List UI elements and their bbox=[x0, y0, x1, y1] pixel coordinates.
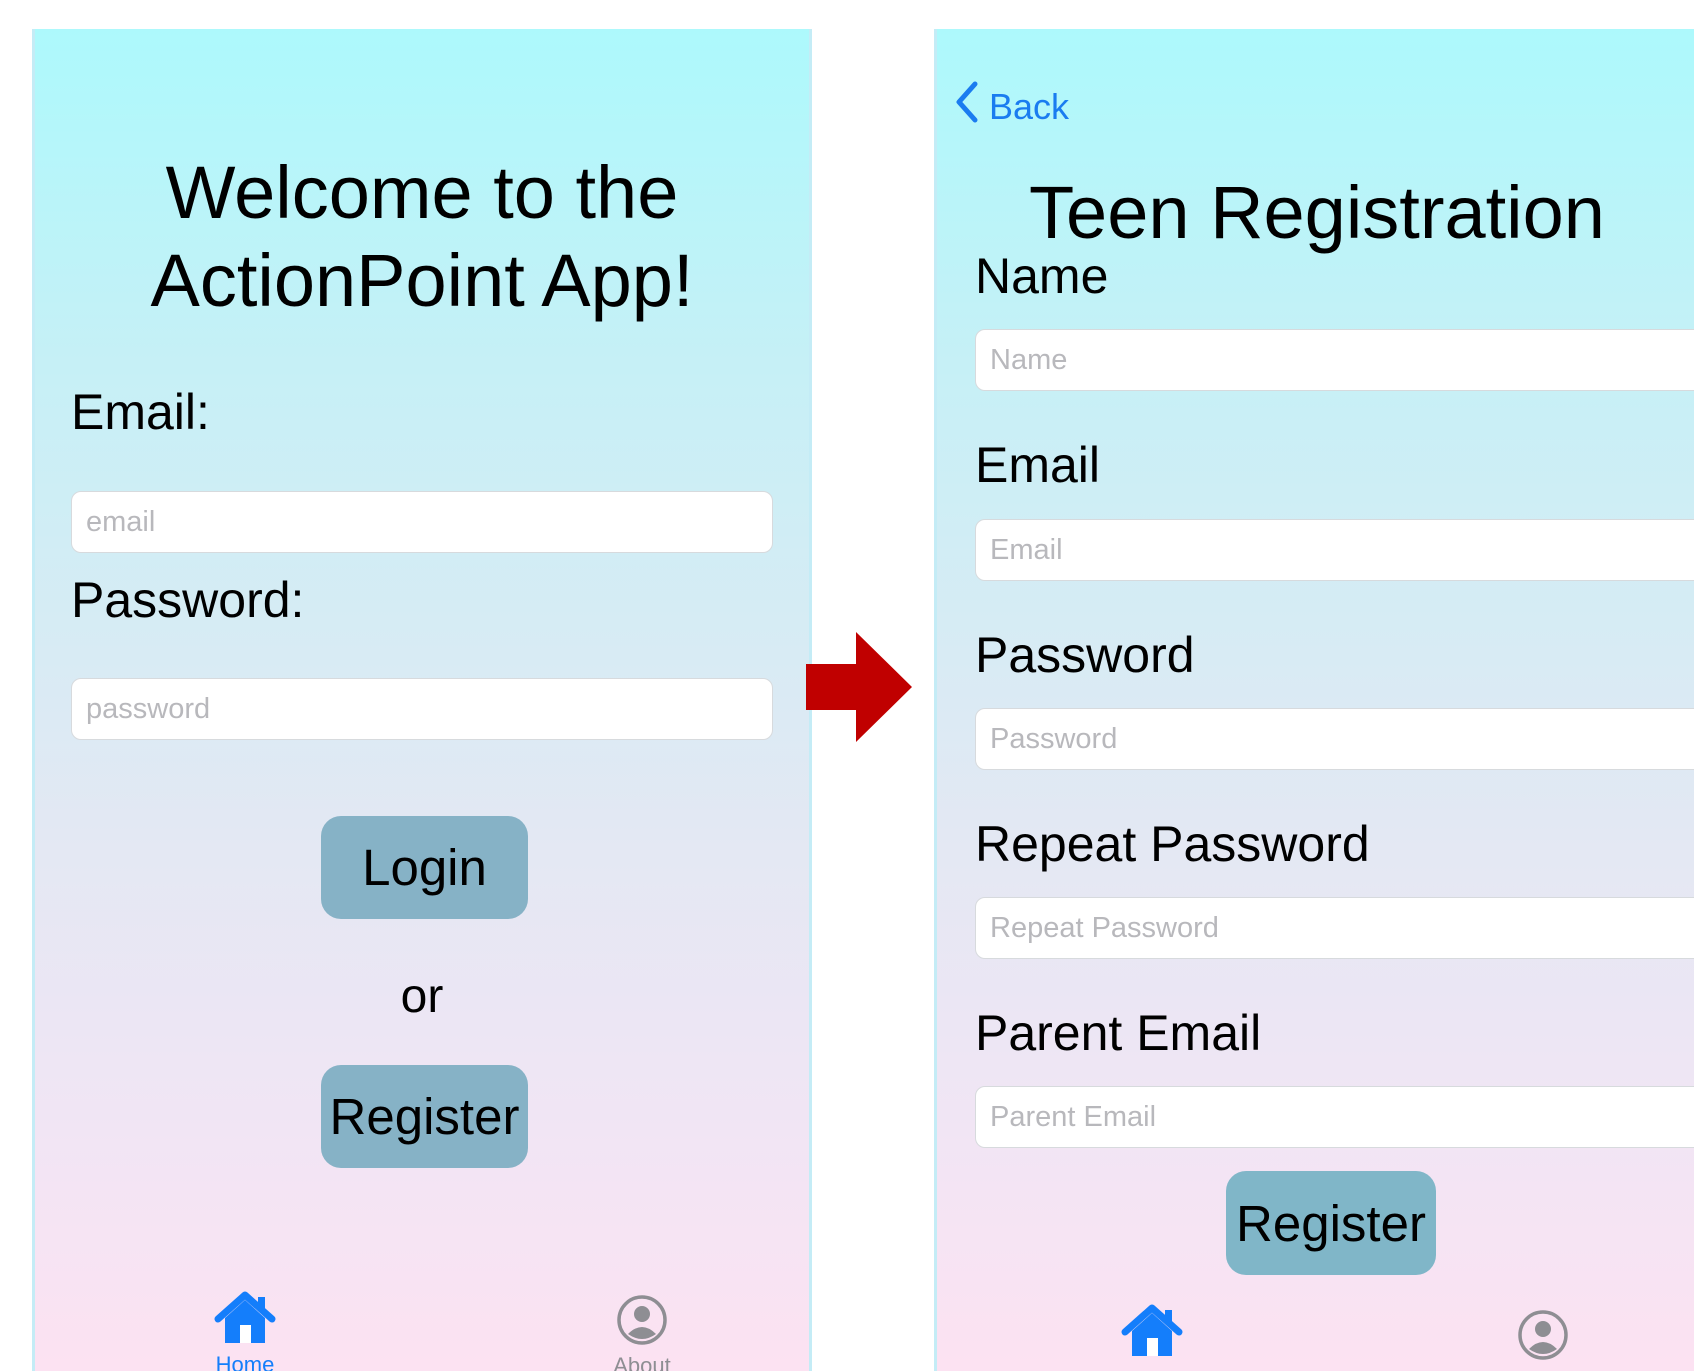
transition-arrow-icon bbox=[806, 632, 912, 747]
welcome-title: Welcome to the ActionPoint App! bbox=[150, 151, 694, 322]
tab-home[interactable]: Home bbox=[185, 1291, 305, 1371]
parent-email-input[interactable] bbox=[975, 1086, 1694, 1148]
email-input[interactable] bbox=[71, 491, 773, 553]
person-circle-icon bbox=[1517, 1309, 1569, 1366]
password-label: Password bbox=[975, 627, 1195, 683]
login-button[interactable]: Login bbox=[321, 816, 528, 919]
house-icon bbox=[1121, 1304, 1183, 1363]
email-label: Email: bbox=[71, 384, 210, 440]
register-button[interactable]: Register bbox=[1226, 1171, 1436, 1275]
registration-title: Teen Registration bbox=[1029, 171, 1605, 254]
name-input[interactable] bbox=[975, 329, 1694, 391]
email-label: Email bbox=[975, 437, 1101, 493]
back-label: Back bbox=[989, 85, 1070, 127]
tab-about[interactable] bbox=[1493, 1309, 1593, 1366]
repeat-password-label: Repeat Password bbox=[975, 816, 1370, 872]
email-input[interactable] bbox=[975, 519, 1694, 581]
chevron-left-icon bbox=[955, 81, 979, 132]
register-button[interactable]: Register bbox=[321, 1065, 528, 1168]
repeat-password-input[interactable] bbox=[975, 897, 1694, 959]
tab-home[interactable] bbox=[1102, 1304, 1202, 1363]
tab-about-label: About bbox=[613, 1353, 671, 1371]
person-circle-icon bbox=[616, 1294, 668, 1351]
password-input[interactable] bbox=[975, 708, 1694, 770]
password-label: Password: bbox=[71, 572, 305, 628]
registration-screen: Back Teen Registration Name Email Passwo… bbox=[934, 29, 1694, 1371]
back-button[interactable]: Back bbox=[955, 81, 1069, 132]
tab-home-label: Home bbox=[215, 1352, 275, 1371]
house-icon bbox=[214, 1291, 276, 1350]
parent-email-label: Parent Email bbox=[975, 1005, 1262, 1061]
password-input[interactable] bbox=[71, 678, 773, 740]
tab-about[interactable]: About bbox=[582, 1294, 702, 1371]
login-screen: Welcome to the ActionPoint App! Email: P… bbox=[32, 29, 812, 1371]
or-separator: or bbox=[400, 970, 444, 1023]
name-label: Name bbox=[975, 248, 1109, 304]
